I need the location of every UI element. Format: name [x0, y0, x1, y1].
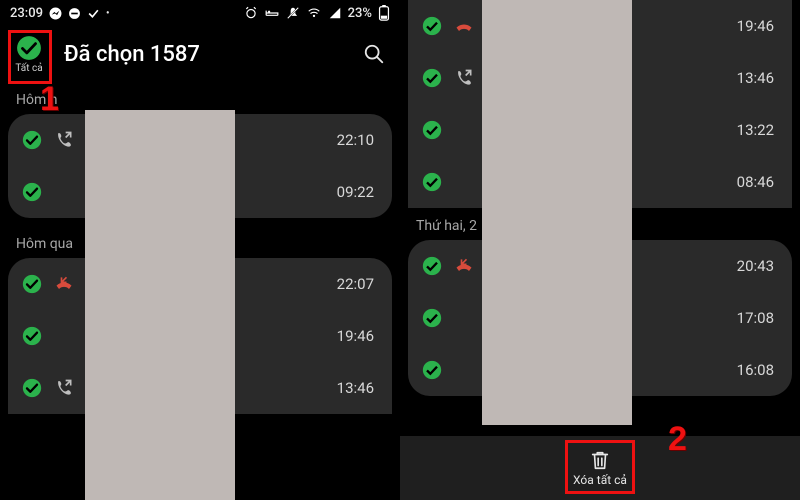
search-button[interactable] — [362, 42, 386, 66]
call-time: 13:46 — [737, 69, 774, 87]
redaction-left — [85, 110, 235, 500]
row-checkbox[interactable] — [22, 130, 42, 150]
wifi-icon — [306, 6, 322, 20]
call-time: 22:07 — [337, 275, 374, 293]
trash-icon — [589, 449, 611, 471]
battery-icon — [378, 5, 390, 21]
row-checkbox[interactable] — [422, 16, 442, 36]
row-checkbox[interactable] — [22, 182, 42, 202]
search-icon — [363, 43, 385, 65]
status-left: 23:09 • — [10, 6, 109, 21]
battery-text: 23% — [348, 6, 372, 21]
status-right: 23% — [244, 5, 390, 21]
call-time: 17:08 — [737, 309, 774, 327]
call-time: 08:46 — [737, 173, 774, 191]
call-time: 19:46 — [337, 327, 374, 345]
bottom-action-bar: Xóa tất cả — [400, 436, 800, 500]
alarm-icon — [244, 6, 258, 20]
missed-call-icon — [454, 256, 474, 276]
selection-header: Tất cả Đã chọn 1587 — [0, 26, 400, 82]
row-checkbox[interactable] — [422, 68, 442, 88]
row-checkbox[interactable] — [22, 326, 42, 346]
status-bar: 23:09 • — [0, 0, 400, 26]
redaction-right — [482, 0, 632, 425]
outgoing-call-icon — [54, 378, 74, 398]
outgoing-call-icon — [454, 68, 474, 88]
row-checkbox[interactable] — [422, 172, 442, 192]
call-time: 16:08 — [737, 361, 774, 379]
missed-call-icon — [54, 274, 74, 294]
messenger-icon — [49, 7, 62, 20]
status-time: 23:09 — [10, 6, 43, 21]
call-time: 13:22 — [737, 121, 774, 139]
call-time: 19:46 — [737, 17, 774, 35]
call-icon-empty — [54, 182, 74, 202]
select-all-label: Tất cả — [15, 63, 42, 74]
mute-icon — [286, 6, 300, 20]
delete-all-label: Xóa tất cả — [573, 473, 627, 487]
selection-title: Đã chọn 1587 — [64, 42, 348, 67]
row-checkbox[interactable] — [22, 378, 42, 398]
call-time: 20:43 — [737, 257, 774, 275]
status-dot: • — [106, 8, 110, 19]
outgoing-call-icon — [54, 130, 74, 150]
dnd-icon — [68, 7, 81, 20]
row-checkbox[interactable] — [22, 274, 42, 294]
row-checkbox[interactable] — [422, 360, 442, 380]
row-checkbox[interactable] — [422, 120, 442, 140]
call-time: 09:22 — [337, 183, 374, 201]
row-checkbox[interactable] — [422, 308, 442, 328]
missed-call-icon — [454, 16, 474, 36]
call-time: 22:10 — [337, 131, 374, 149]
call-time: 13:46 — [337, 379, 374, 397]
bed-icon — [264, 6, 280, 20]
select-all-toggle[interactable]: Tất cả — [8, 35, 50, 74]
delete-all-button[interactable]: Xóa tất cả — [573, 449, 627, 487]
check-status-icon — [87, 7, 100, 20]
signal-icon — [328, 6, 342, 20]
row-checkbox[interactable] — [422, 256, 442, 276]
